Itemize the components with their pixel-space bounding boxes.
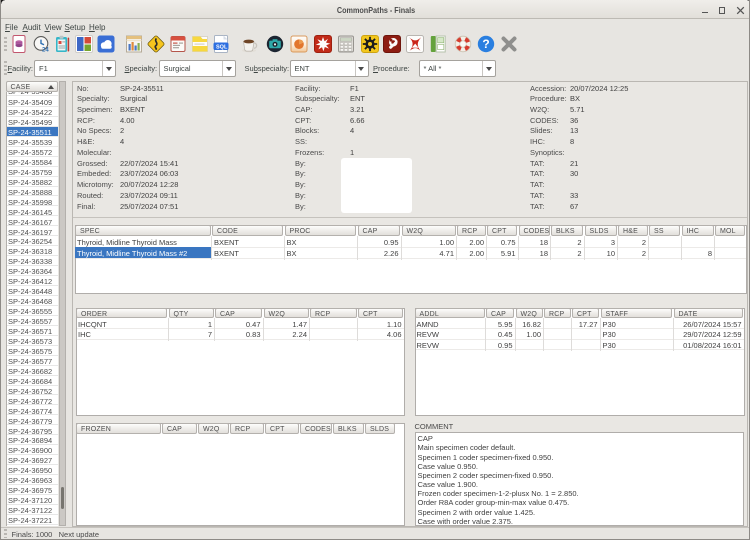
svg-text:SQL: SQL bbox=[216, 44, 228, 50]
svg-text:24: 24 bbox=[42, 48, 49, 54]
svg-text:?: ? bbox=[482, 37, 489, 51]
